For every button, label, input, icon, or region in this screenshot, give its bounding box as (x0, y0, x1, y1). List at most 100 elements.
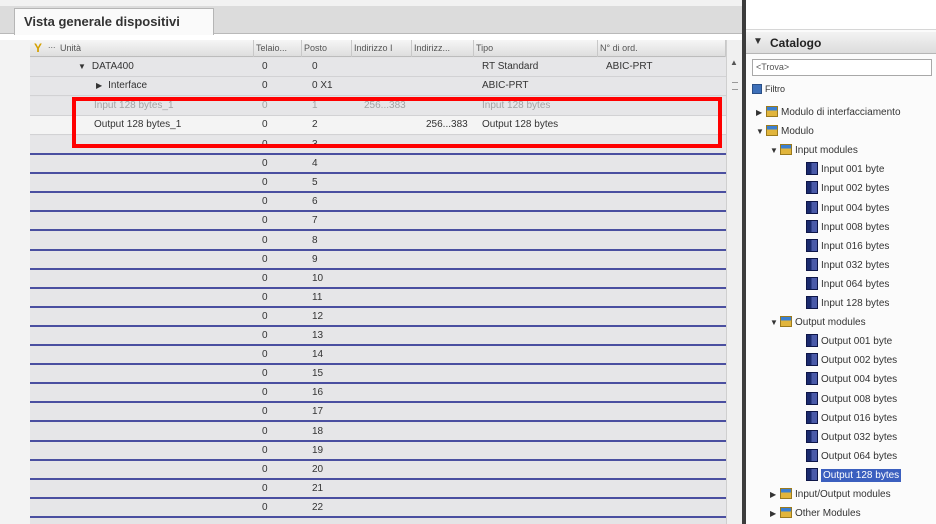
tree-item-other-modules[interactable]: ▶ Other Modules (770, 504, 861, 523)
tab-device-overview[interactable]: Vista generale dispositivi (14, 8, 214, 35)
tree-item-output-module[interactable]: Output 004 bytes (796, 370, 897, 389)
tree-item-output-module[interactable]: Output 008 bytes (796, 390, 897, 409)
table-row[interactable]: 0 18 (30, 422, 726, 442)
tree-item-output-module[interactable]: Output 128 bytes (796, 466, 902, 485)
table-row[interactable]: 07 (30, 212, 726, 232)
module-icon (806, 257, 818, 271)
table-row[interactable]: 06 (30, 193, 726, 213)
table-row[interactable]: 0 21 (30, 479, 726, 499)
col-header-unit[interactable]: Unità (58, 40, 254, 57)
col-header-i-address[interactable]: Indirizzo I (352, 40, 412, 57)
table-row[interactable]: 0 19 (30, 441, 726, 461)
table-row[interactable]: 0 13 (30, 327, 726, 346)
collapse-arrow-icon[interactable]: ▼ (756, 122, 766, 141)
tree-item-input-module[interactable]: Input 008 bytes (796, 218, 889, 237)
module-icon (806, 372, 818, 386)
tree-item-input-module[interactable]: Input 002 bytes (796, 179, 889, 198)
table-row[interactable]: 0 16 (30, 384, 726, 404)
table-row-device[interactable]: ▼ DATA400 0 0 RT Standard ABIC-PRT (30, 58, 726, 77)
tree-item-label: Input modules (795, 145, 858, 157)
tree-item-io-modules[interactable]: ▶ Input/Output modules (770, 485, 891, 504)
tree-item-output-module[interactable]: Output 001 byte (796, 332, 892, 351)
table-scrollbar[interactable]: ▲ (726, 40, 742, 524)
tree-item-interface-module[interactable]: ▶ Modulo di interfacciamento (756, 103, 901, 122)
collapse-arrow-icon[interactable]: ▼ (78, 58, 86, 76)
col-header-order-number[interactable]: N° di ord. (598, 40, 726, 57)
tree-item-label: Output 064 bytes (821, 450, 898, 462)
slot-cell: 9 (312, 253, 318, 265)
table-row-interface[interactable]: ▶ Interface 0 0 X1 ABIC-PRT (30, 77, 726, 96)
slot-cell: 18 (312, 425, 324, 437)
table-row[interactable]: 0 20 (30, 460, 726, 480)
collapse-arrow-icon[interactable]: ▼ (770, 313, 780, 332)
tree-item-label: Output modules (795, 317, 866, 329)
rack-cell: 0 (262, 215, 268, 227)
table-row[interactable]: 0 17 (30, 403, 726, 423)
slot-cell: 15 (312, 368, 324, 380)
filter-icon[interactable]: Y... (30, 40, 58, 57)
col-header-type[interactable]: Tipo (474, 40, 598, 57)
tree-item-input-module[interactable]: Input 001 byte (796, 160, 884, 179)
tree-item-label: Output 001 byte (821, 336, 893, 348)
col-header-rack[interactable]: Telaio... (254, 40, 302, 57)
tree-item-input-module[interactable]: Input 004 bytes (796, 199, 889, 218)
table-row[interactable]: 09 (30, 250, 726, 270)
table-header: Y... Unità Telaio... Posto Indirizzo I I… (30, 40, 726, 57)
catalog-search-input[interactable]: <Trova> (752, 59, 932, 76)
tree-item-output-module[interactable]: Output 016 bytes (796, 409, 897, 428)
module-icon (806, 334, 818, 348)
filter-checkbox[interactable]: Filtro (752, 84, 785, 98)
expand-arrow-icon[interactable]: ▶ (96, 77, 102, 95)
tree-item-input-module[interactable]: Input 032 bytes (796, 256, 889, 275)
table-row[interactable]: 04 (30, 155, 726, 175)
table-row[interactable]: 05 (30, 174, 726, 194)
table-row[interactable]: 0 10 (30, 269, 726, 289)
scroll-grip[interactable] (732, 82, 738, 90)
slot-cell: 5 (312, 177, 318, 189)
checkbox-icon[interactable] (752, 84, 762, 94)
col-header-q-address[interactable]: Indirizz... (412, 40, 474, 57)
catalog-header[interactable]: ▼ Catalogo (746, 32, 936, 54)
collapse-arrow-icon[interactable]: ▼ (770, 141, 780, 160)
tree-item-label: Output 002 bytes (821, 355, 898, 367)
tree-item-input-module[interactable]: Input 128 bytes (796, 294, 889, 313)
rack-cell: 0 (262, 196, 268, 208)
rack-cell: 0 (262, 80, 268, 91)
rack-cell: 0 (262, 330, 268, 341)
module-icon (806, 181, 818, 195)
tree-item-input-module[interactable]: Input 016 bytes (796, 237, 889, 256)
table-row[interactable]: 0 12 (30, 307, 726, 327)
tree-item-label: Input 008 bytes (821, 221, 890, 233)
tree-item-label: Input 064 bytes (821, 278, 890, 290)
module-icon (806, 200, 818, 214)
tree-item-output-modules[interactable]: ▼ Output modules (770, 313, 866, 332)
catalog-title: Catalogo (770, 36, 822, 50)
tree-item-label: Input/Output modules (795, 489, 891, 500)
tree-item-input-module[interactable]: Input 064 bytes (796, 275, 889, 294)
module-icon (806, 219, 818, 233)
tree-item-module[interactable]: ▼ Modulo (756, 122, 814, 141)
type-cell: RT Standard (482, 61, 539, 72)
tree-item-output-module[interactable]: Output 002 bytes (796, 351, 897, 370)
tree-item-input-modules[interactable]: ▼ Input modules (770, 141, 858, 160)
table-row[interactable]: 0 22 (30, 498, 726, 518)
table-row[interactable]: 0 15 (30, 365, 726, 385)
tree-item-output-module[interactable]: Output 032 bytes (796, 428, 897, 447)
tree-item-label: Output 128 bytes (821, 468, 902, 482)
chevron-down-icon[interactable]: ▼ (753, 36, 763, 47)
rack-cell: 0 (262, 177, 268, 189)
slot-cell: 17 (312, 406, 324, 418)
tree-item-label: Output 016 bytes (821, 412, 898, 424)
table-row[interactable]: 0 11 (30, 288, 726, 308)
expand-arrow-icon[interactable]: ▶ (770, 504, 780, 523)
col-header-slot[interactable]: Posto (302, 40, 352, 57)
tree-item-output-module[interactable]: Output 064 bytes (796, 447, 897, 466)
expand-arrow-icon[interactable]: ▶ (756, 103, 766, 122)
table-row[interactable]: 0 14 (30, 346, 726, 366)
expand-arrow-icon[interactable]: ▶ (770, 485, 780, 504)
slot-cell: 8 (312, 234, 318, 246)
scroll-up-icon[interactable]: ▲ (730, 58, 738, 67)
table-row[interactable]: 08 (30, 231, 726, 251)
tree-item-label: Modulo di interfacciamento (781, 107, 901, 118)
rack-cell: 0 (262, 61, 268, 72)
